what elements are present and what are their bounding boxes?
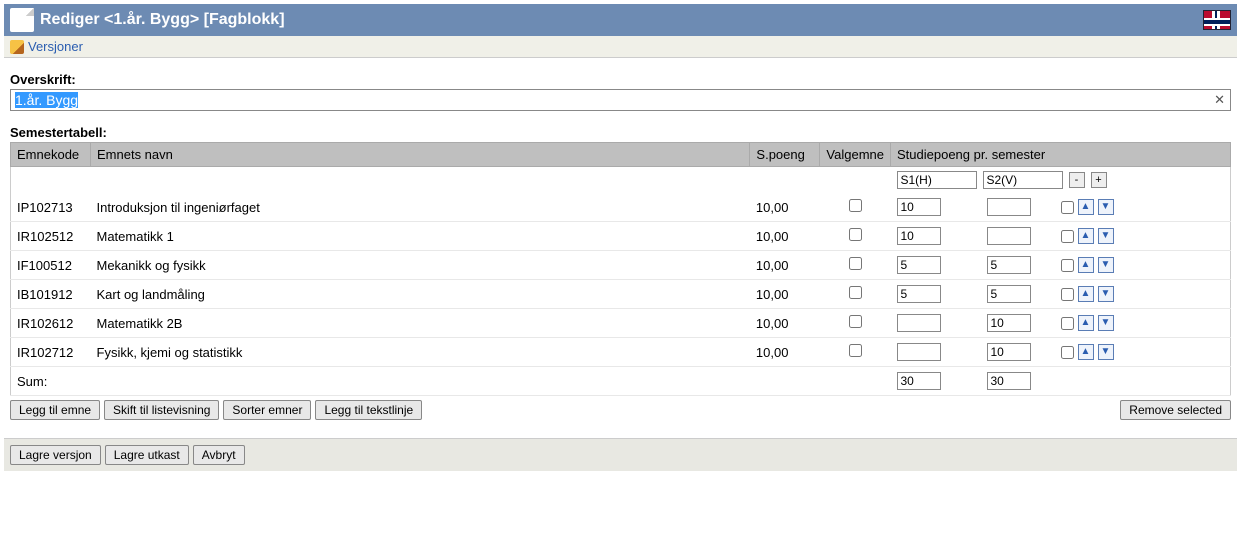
sem1-input[interactable] [897, 227, 941, 245]
sem-header-2[interactable] [983, 171, 1063, 189]
col-valgemne: Valgemne [820, 143, 891, 167]
cell-code: IR102512 [11, 222, 91, 251]
move-up-button[interactable]: ▲ [1078, 286, 1094, 302]
cell-sp: 10,00 [750, 222, 820, 251]
table-row: IR102512Matematikk 110,00 ▲▼ [11, 222, 1231, 251]
document-icon [10, 8, 34, 32]
move-down-button[interactable]: ▼ [1098, 199, 1114, 215]
col-emnenavn: Emnets navn [91, 143, 750, 167]
sem1-input[interactable] [897, 198, 941, 216]
sem1-input[interactable] [897, 256, 941, 274]
flag-norway-icon[interactable] [1203, 10, 1231, 30]
cell-name: Mekanikk og fysikk [91, 251, 750, 280]
sum-label: Sum: [11, 367, 750, 396]
sem1-input[interactable] [897, 285, 941, 303]
remove-selected-button[interactable]: Remove selected [1120, 400, 1231, 420]
cell-code: IP102713 [11, 193, 91, 222]
overskrift-label: Overskrift: [10, 72, 1231, 87]
sem2-input[interactable] [987, 285, 1031, 303]
table-row: IR102612Matematikk 2B10,00 ▲▼ [11, 309, 1231, 338]
sort-button[interactable]: Sorter emner [223, 400, 311, 420]
toolbar: Versjoner [4, 36, 1237, 58]
cell-name: Matematikk 2B [91, 309, 750, 338]
add-textline-button[interactable]: Legg til tekstlinje [315, 400, 422, 420]
semester-table: Emnekode Emnets navn S.poeng Valgemne St… [10, 142, 1231, 396]
move-down-button[interactable]: ▼ [1098, 286, 1114, 302]
valgemne-checkbox[interactable] [849, 257, 862, 270]
sem1-input[interactable] [897, 314, 941, 332]
cell-code: IR102612 [11, 309, 91, 338]
sem2-input[interactable] [987, 343, 1031, 361]
move-up-button[interactable]: ▲ [1078, 315, 1094, 331]
row-select-checkbox[interactable] [1061, 259, 1074, 272]
cell-name: Introduksjon til ingeniørfaget [91, 193, 750, 222]
row-select-checkbox[interactable] [1061, 317, 1074, 330]
cell-name: Kart og landmåling [91, 280, 750, 309]
valgemne-checkbox[interactable] [849, 315, 862, 328]
cell-name: Fysikk, kjemi og statistikk [91, 338, 750, 367]
table-row: IP102713Introduksjon til ingeniørfaget10… [11, 193, 1231, 222]
table-row: IR102712Fysikk, kjemi og statistikk10,00… [11, 338, 1231, 367]
add-semester-button[interactable]: + [1091, 172, 1107, 188]
cell-sp: 10,00 [750, 193, 820, 222]
overskrift-input[interactable]: 1.år. Bygg [10, 89, 1231, 111]
row-select-checkbox[interactable] [1061, 201, 1074, 214]
move-up-button[interactable]: ▲ [1078, 199, 1094, 215]
cancel-button[interactable]: Avbryt [193, 445, 245, 465]
sem2-input[interactable] [987, 198, 1031, 216]
cell-sp: 10,00 [750, 251, 820, 280]
window-header: Rediger <1.år. Bygg> [Fagblokk] [4, 4, 1237, 36]
sum-s2[interactable] [987, 372, 1031, 390]
cell-name: Matematikk 1 [91, 222, 750, 251]
cell-sp: 10,00 [750, 338, 820, 367]
save-draft-button[interactable]: Lagre utkast [105, 445, 189, 465]
valgemne-checkbox[interactable] [849, 228, 862, 241]
col-emnekode: Emnekode [11, 143, 91, 167]
footer-bar: Lagre versjon Lagre utkast Avbryt [4, 438, 1237, 471]
move-down-button[interactable]: ▼ [1098, 344, 1114, 360]
cell-code: IR102712 [11, 338, 91, 367]
sum-s1[interactable] [897, 372, 941, 390]
row-select-checkbox[interactable] [1061, 346, 1074, 359]
overskrift-value: 1.år. Bygg [15, 92, 78, 108]
save-version-button[interactable]: Lagre versjon [10, 445, 101, 465]
versions-link[interactable]: Versjoner [28, 39, 83, 54]
cell-code: IB101912 [11, 280, 91, 309]
clear-input-icon[interactable]: ✕ [1214, 92, 1225, 108]
table-row: IB101912Kart og landmåling10,00 ▲▼ [11, 280, 1231, 309]
col-spoeng: S.poeng [750, 143, 820, 167]
move-up-button[interactable]: ▲ [1078, 344, 1094, 360]
cell-sp: 10,00 [750, 280, 820, 309]
valgemne-checkbox[interactable] [849, 199, 862, 212]
sem1-input[interactable] [897, 343, 941, 361]
sem-header-1[interactable] [897, 171, 977, 189]
valgemne-checkbox[interactable] [849, 344, 862, 357]
remove-semester-button[interactable]: - [1069, 172, 1085, 188]
move-up-button[interactable]: ▲ [1078, 257, 1094, 273]
add-emne-button[interactable]: Legg til emne [10, 400, 100, 420]
col-sem: Studiepoeng pr. semester [891, 143, 1231, 167]
move-down-button[interactable]: ▼ [1098, 228, 1114, 244]
pencil-icon [10, 40, 24, 54]
sem2-input[interactable] [987, 227, 1031, 245]
cell-sp: 10,00 [750, 309, 820, 338]
move-up-button[interactable]: ▲ [1078, 228, 1094, 244]
row-select-checkbox[interactable] [1061, 230, 1074, 243]
move-down-button[interactable]: ▼ [1098, 315, 1114, 331]
sem2-input[interactable] [987, 256, 1031, 274]
semestertabell-label: Semestertabell: [10, 125, 1231, 140]
window-title: Rediger <1.år. Bygg> [Fagblokk] [40, 11, 285, 29]
valgemne-checkbox[interactable] [849, 286, 862, 299]
list-view-button[interactable]: Skift til listevisning [104, 400, 219, 420]
table-row: IF100512Mekanikk og fysikk10,00 ▲▼ [11, 251, 1231, 280]
row-select-checkbox[interactable] [1061, 288, 1074, 301]
move-down-button[interactable]: ▼ [1098, 257, 1114, 273]
sem2-input[interactable] [987, 314, 1031, 332]
cell-code: IF100512 [11, 251, 91, 280]
